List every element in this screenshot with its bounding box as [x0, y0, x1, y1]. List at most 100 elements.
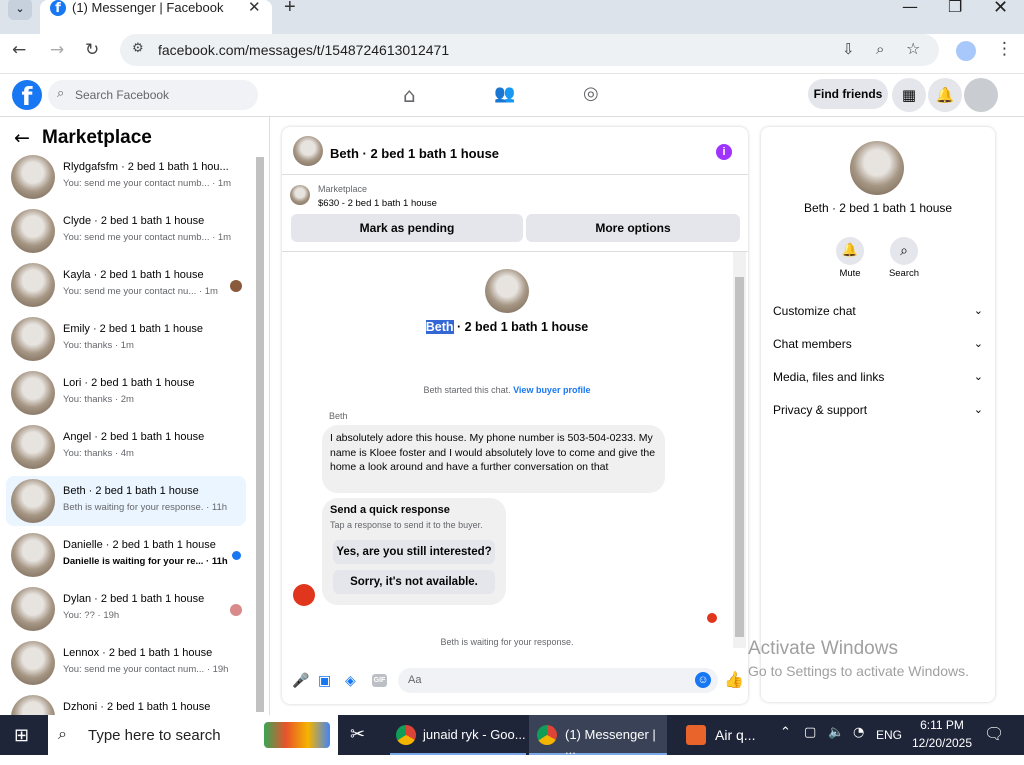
browser-menu-icon[interactable]: ⋮ [996, 39, 1013, 59]
omnibox[interactable]: ⚙ facebook.com/messages/t/15487246130124… [120, 34, 939, 66]
conversation-name: Clyde · 2 bed 1 bath 1 house [63, 215, 205, 227]
conversation-item[interactable]: Danielle · 2 bed 1 bath 1 house Danielle … [6, 530, 246, 580]
network-icon[interactable]: ◔ [853, 725, 864, 740]
conversation-name: Beth · 2 bed 1 bath 1 house [63, 485, 199, 497]
tab-messenger[interactable]: f (1) Messenger | Facebook ✕ [40, 0, 272, 34]
conversation-item[interactable]: Kayla · 2 bed 1 bath 1 house You: send me… [6, 260, 246, 310]
reload-icon[interactable]: ↻ [85, 40, 99, 60]
weather-icon[interactable] [686, 725, 706, 745]
facebook-header: f ⌕ Search Facebook ⌂ 👥 ◎ Find friends ▦… [0, 75, 1024, 117]
notifications-bell-icon[interactable]: 🔔 [928, 78, 962, 112]
home-icon[interactable]: ⌂ [403, 83, 416, 107]
volume-icon[interactable]: 🔈 [828, 725, 844, 740]
listing-thumbnail [290, 185, 310, 205]
sticker-icon[interactable]: ◈ [345, 673, 356, 689]
sidebar-scrollbar[interactable] [256, 157, 264, 712]
taskbar-app-chrome-2[interactable]: (1) Messenger | ... [529, 715, 667, 757]
conversation-item[interactable]: Dzhoni · 2 bed 1 bath 1 house [6, 692, 246, 715]
sender-name: Beth [329, 411, 348, 421]
url-text[interactable]: facebook.com/messages/t/1548724613012471 [158, 42, 449, 58]
customize-chat-item[interactable]: Customize chat ⌄ [773, 304, 983, 318]
clock-date[interactable]: 12/20/2025 [904, 736, 980, 750]
message-input[interactable]: Aa ☺ [398, 668, 718, 693]
menu-label: Media, files and links [773, 370, 885, 384]
notification-center-icon[interactable]: 🗨 [984, 724, 1004, 743]
bookmark-star-icon[interactable]: ☆ [906, 39, 920, 58]
taskbar-search-box[interactable]: ⌕ Type here to search [48, 715, 338, 755]
listing-detail[interactable]: $630 - 2 bed 1 bath 1 house [318, 198, 437, 209]
conversation-item[interactable]: Emily · 2 bed 1 bath 1 house You: thanks … [6, 314, 246, 364]
sender-avatar [293, 584, 315, 606]
back-arrow-icon[interactable]: ← [14, 127, 30, 149]
weather-label[interactable]: Air q... [715, 727, 755, 743]
message-bubble[interactable]: I absolutely adore this house. My phone … [322, 425, 665, 493]
install-app-icon[interactable]: ⇩ [842, 40, 855, 58]
clock-time[interactable]: 6:11 PM [912, 718, 972, 732]
conversation-item[interactable]: Clyde · 2 bed 1 bath 1 house You: send me… [6, 206, 246, 256]
conversation-name: Angel · 2 bed 1 bath 1 house [63, 431, 205, 443]
conversation-preview: You: send me your contact nu... · 1m [63, 286, 218, 297]
windows-start-icon[interactable]: ⊞ [14, 725, 29, 765]
view-buyer-profile-link[interactable]: View buyer profile [513, 385, 590, 395]
quick-reply-unavailable-button[interactable]: Sorry, it's not available. [333, 570, 495, 594]
facebook-logo-icon[interactable]: f [12, 80, 42, 111]
chrome-icon [396, 725, 416, 745]
maximize-icon[interactable]: ❐ [948, 0, 962, 16]
emoji-icon[interactable]: ☺ [695, 672, 711, 688]
conversation-item-active[interactable]: Beth · 2 bed 1 bath 1 house Beth is waiti… [6, 476, 246, 526]
conversation-name: Kayla · 2 bed 1 bath 1 house [63, 269, 204, 281]
quick-reply-interested-button[interactable]: Yes, are you still interested? [333, 540, 495, 564]
search-icon[interactable]: ⌕ [890, 237, 918, 265]
menu-label: Privacy & support [773, 403, 868, 417]
tab-search-button[interactable]: ⌄ [8, 0, 32, 20]
microphone-icon[interactable]: 🎤 [292, 673, 309, 689]
window-close-icon[interactable]: ✕ [993, 0, 1008, 18]
find-friends-button[interactable]: Find friends [808, 79, 888, 109]
site-info-icon[interactable]: ⚙ [132, 41, 144, 56]
mute-bell-icon[interactable]: 🔔 [836, 237, 864, 265]
conversation-preview: You: thanks · 4m [63, 448, 134, 459]
zoom-icon[interactable]: ⌕ [876, 40, 884, 58]
friends-icon[interactable]: 👥 [494, 84, 515, 104]
intro-title: Beth · 2 bed 1 bath 1 house [282, 320, 732, 334]
account-avatar[interactable] [964, 78, 998, 112]
tab-close-icon[interactable]: ✕ [248, 0, 261, 16]
conversation-item[interactable]: Angel · 2 bed 1 bath 1 house You: thanks … [6, 422, 246, 472]
chat-members-item[interactable]: Chat members ⌄ [773, 337, 983, 351]
groups-icon[interactable]: ◎ [583, 83, 599, 104]
quick-response-subtitle: Tap a response to send it to the buyer. [330, 520, 483, 530]
snipping-tool-icon[interactable]: ✂ [350, 724, 365, 745]
conversation-item[interactable]: Lori · 2 bed 1 bath 1 house You: thanks ·… [6, 368, 246, 418]
intro-rest: · 2 bed 1 bath 1 house [453, 320, 589, 334]
media-files-links-item[interactable]: Media, files and links ⌄ [773, 370, 983, 384]
back-arrow-icon[interactable]: ← [12, 40, 26, 60]
search-label: Search [888, 268, 920, 279]
conversation-item[interactable]: Dylan · 2 bed 1 bath 1 house You: ?? · 19… [6, 584, 246, 634]
new-tab-button[interactable]: + [284, 0, 296, 19]
language-indicator[interactable]: ENG [876, 728, 902, 742]
thumbs-up-icon[interactable]: 👍 [724, 670, 744, 689]
info-icon[interactable]: i [716, 144, 732, 160]
conversation-item[interactable]: Rlydgafsfm · 2 bed 1 bath 1 hou... You: s… [6, 152, 246, 202]
taskbar-app-chrome-1[interactable]: junaid ryk - Goo... [390, 715, 526, 755]
meet-icon[interactable]: ▢ [804, 725, 816, 740]
forward-arrow-icon[interactable]: → [50, 40, 64, 60]
privacy-support-item[interactable]: Privacy & support ⌄ [773, 403, 983, 417]
chat-scrollbar-thumb[interactable] [735, 277, 744, 637]
profile-avatar-icon[interactable] [956, 41, 976, 61]
conversation-item[interactable]: Lennox · 2 bed 1 bath 1 house You: send m… [6, 638, 246, 688]
minimize-icon[interactable]: — [902, 0, 918, 16]
more-options-button[interactable]: More options [526, 214, 740, 242]
avatar [11, 155, 55, 199]
chat-avatar[interactable] [293, 136, 323, 166]
photo-icon[interactable]: ▣ [318, 673, 331, 689]
gif-icon[interactable]: GIF [372, 674, 387, 687]
chevron-up-icon[interactable]: ⌃ [780, 725, 791, 740]
started-text: Beth started this chat. [423, 385, 514, 395]
menu-grid-icon[interactable]: ▦ [892, 78, 926, 112]
mark-pending-button[interactable]: Mark as pending [291, 214, 523, 242]
avatar [11, 641, 55, 685]
chat-title[interactable]: Beth · 2 bed 1 bath 1 house [330, 146, 499, 161]
facebook-search-input[interactable]: ⌕ Search Facebook [48, 80, 258, 110]
avatar [11, 695, 55, 715]
